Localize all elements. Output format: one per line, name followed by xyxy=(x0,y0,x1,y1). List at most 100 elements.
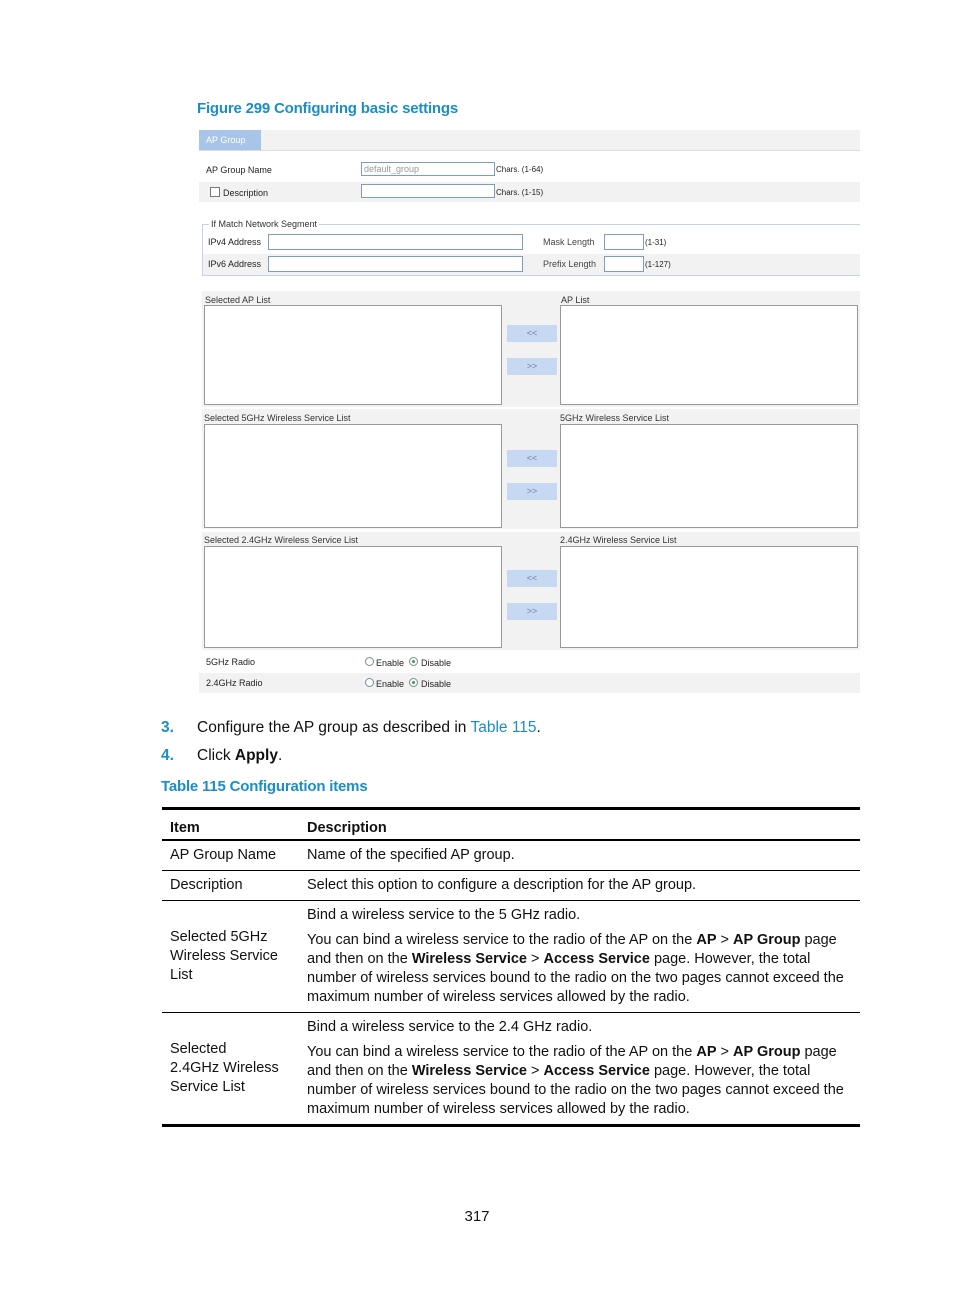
step-4: 4. Click Apply. xyxy=(161,747,282,765)
selected-5ghz-list-label: Selected 5GHz Wireless Service List xyxy=(204,413,351,423)
table-row: Selected 2.4GHz Wireless Service List Bi… xyxy=(162,1012,860,1127)
text: You can bind a wireless service to the r… xyxy=(307,932,697,948)
menu-access-service: Access Service xyxy=(543,951,650,967)
menu-ap-group: AP Group xyxy=(733,1044,801,1060)
ap-group-name-hint: Chars. (1-64) xyxy=(496,165,544,174)
network-segment-group: If Match Network Segment IPv4 Address Ma… xyxy=(202,219,860,276)
step-text-end: . xyxy=(536,719,541,736)
tab-bar: AP Group xyxy=(199,130,860,151)
mask-length-input[interactable] xyxy=(604,234,644,250)
page-number: 317 xyxy=(464,1208,490,1225)
remove-ap-button[interactable]: >> xyxy=(507,358,557,375)
text: > xyxy=(526,1063,544,1079)
text: > xyxy=(526,951,544,967)
menu-access-service: Access Service xyxy=(543,1063,650,1079)
text: > xyxy=(716,932,734,948)
ap-list[interactable] xyxy=(560,305,858,405)
network-segment-legend: If Match Network Segment xyxy=(209,219,320,229)
5ghz-disable-radio[interactable] xyxy=(409,657,418,666)
text: You can bind a wireless service to the r… xyxy=(307,1044,697,1060)
cell-item: Description xyxy=(162,870,299,901)
selected-ap-list[interactable] xyxy=(204,305,502,405)
cell-description: Select this option to configure a descri… xyxy=(299,870,860,901)
cell-item: Selected 2.4GHz Wireless Service List xyxy=(162,1012,299,1127)
description-label: Description xyxy=(223,188,269,198)
5ghz-enable-label: Enable xyxy=(376,658,405,668)
description-input[interactable] xyxy=(361,184,495,198)
step-text-end: . xyxy=(277,747,283,764)
description-line-2: You can bind a wireless service to the r… xyxy=(307,931,852,1007)
remove-24ghz-button[interactable]: >> xyxy=(507,603,557,620)
ap-group-name-label: AP Group Name xyxy=(206,165,272,175)
ipv4-label: IPv4 Address xyxy=(208,237,262,247)
step-number: 4. xyxy=(161,747,174,764)
table-row: Selected 5GHz Wireless Service List Bind… xyxy=(162,900,860,1013)
24ghz-disable-radio[interactable] xyxy=(409,678,418,687)
description-row: Description Chars. (1-15) xyxy=(199,182,860,202)
24ghz-disable-label: Disable xyxy=(421,679,452,689)
prefix-length-label: Prefix Length xyxy=(543,259,597,269)
figure-caption: Figure 299 Configuring basic settings xyxy=(197,100,458,117)
5ghz-radio-label: 5GHz Radio xyxy=(206,657,256,667)
menu-ap: AP xyxy=(696,932,717,948)
remove-5ghz-button[interactable]: >> xyxy=(507,483,557,500)
text: > xyxy=(716,1044,734,1060)
step-number: 3. xyxy=(161,719,174,736)
selected-ap-list-label: Selected AP List xyxy=(205,295,271,305)
5ghz-enable-radio[interactable] xyxy=(365,657,374,666)
table-header-row: Item Description xyxy=(162,807,860,841)
selected-24ghz-list[interactable] xyxy=(204,546,502,648)
menu-ap: AP xyxy=(696,1044,717,1060)
ap-group-name-input[interactable]: default_group xyxy=(361,162,495,176)
step-text: Click xyxy=(197,747,235,764)
cell-item: AP Group Name xyxy=(162,840,299,871)
mask-length-hint: (1-31) xyxy=(645,238,667,247)
ipv4-row: IPv4 Address Mask Length (1-31) xyxy=(203,232,860,253)
cell-description: Bind a wireless service to the 2.4 GHz r… xyxy=(299,1012,860,1127)
selected-5ghz-list[interactable] xyxy=(204,424,502,528)
5ghz-radio-row: 5GHz Radio Enable Disable xyxy=(199,653,860,673)
24ghz-radio-label: 2.4GHz Radio xyxy=(206,678,263,688)
description-line-1: Bind a wireless service to the 2.4 GHz r… xyxy=(307,1019,593,1035)
ap-list-block: Selected AP List << >> AP List xyxy=(202,291,860,407)
24ghz-list-block: Selected 2.4GHz Wireless Service List <<… xyxy=(202,532,860,650)
header-item: Item xyxy=(162,807,299,841)
add-ap-button[interactable]: << xyxy=(507,325,557,342)
ipv6-row: IPv6 Address Prefix Length (1-127) xyxy=(203,254,860,275)
configuration-items-table: Item Description AP Group Name Name of t… xyxy=(162,807,860,1127)
5ghz-disable-label: Disable xyxy=(421,658,452,668)
description-line-2: You can bind a wireless service to the r… xyxy=(307,1043,852,1119)
5ghz-list-label: 5GHz Wireless Service List xyxy=(560,413,670,423)
mask-length-label: Mask Length xyxy=(543,237,595,247)
add-24ghz-button[interactable]: << xyxy=(507,570,557,587)
header-description: Description xyxy=(299,807,860,841)
table-115-link[interactable]: Table 115 xyxy=(470,719,536,736)
cell-description: Name of the specified AP group. xyxy=(299,840,860,871)
5ghz-list-block: Selected 5GHz Wireless Service List << >… xyxy=(202,409,860,529)
menu-wireless-service: Wireless Service xyxy=(411,951,527,967)
add-5ghz-button[interactable]: << xyxy=(507,450,557,467)
description-hint: Chars. (1-15) xyxy=(496,188,544,197)
24ghz-list[interactable] xyxy=(560,546,858,648)
prefix-length-input[interactable] xyxy=(604,256,644,272)
cell-item: Selected 5GHz Wireless Service List xyxy=(162,900,299,1013)
tab-ap-group[interactable]: AP Group xyxy=(199,130,261,150)
ap-group-name-row: AP Group Name default_group Chars. (1-64… xyxy=(199,160,860,180)
5ghz-list[interactable] xyxy=(560,424,858,528)
description-checkbox[interactable] xyxy=(210,187,220,197)
table-caption: Table 115 Configuration items xyxy=(161,778,368,795)
apply-label: Apply xyxy=(234,747,278,764)
step-text: Configure the AP group as described in xyxy=(197,719,471,736)
description-line-1: Bind a wireless service to the 5 GHz rad… xyxy=(307,907,581,923)
ipv6-label: IPv6 Address xyxy=(208,259,262,269)
24ghz-radio-row: 2.4GHz Radio Enable Disable xyxy=(199,673,860,693)
ipv4-input[interactable] xyxy=(268,234,523,250)
prefix-length-hint: (1-127) xyxy=(645,260,671,269)
step-3: 3. Configure the AP group as described i… xyxy=(161,719,541,737)
table-row: AP Group Name Name of the specified AP g… xyxy=(162,840,860,871)
ipv6-input[interactable] xyxy=(268,256,523,272)
cell-description: Bind a wireless service to the 5 GHz rad… xyxy=(299,900,860,1013)
menu-ap-group: AP Group xyxy=(733,932,801,948)
24ghz-enable-radio[interactable] xyxy=(365,678,374,687)
selected-24ghz-list-label: Selected 2.4GHz Wireless Service List xyxy=(204,535,359,545)
